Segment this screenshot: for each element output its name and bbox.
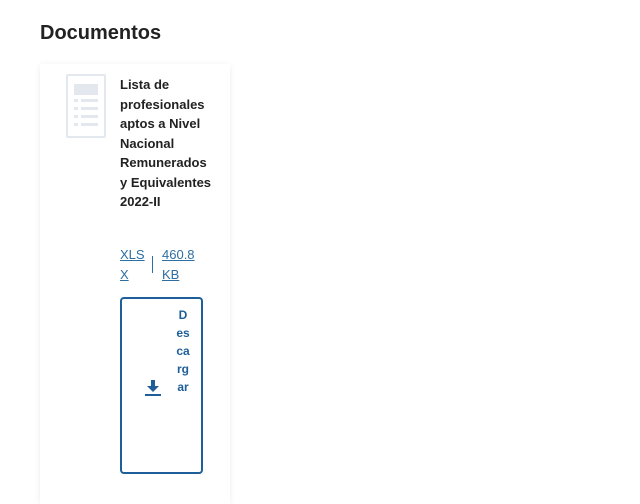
document-card: Lista de profesionales aptos a Nivel Nac…: [40, 64, 230, 504]
file-type-link[interactable]: XLSX: [120, 245, 146, 284]
download-label: Descargar: [176, 308, 190, 394]
download-icon: [145, 380, 161, 396]
meta-divider: [152, 256, 153, 273]
document-title: Lista de profesionales aptos a Nivel Nac…: [120, 77, 212, 209]
download-button[interactable]: Descargar: [120, 297, 203, 474]
section-title: Documentos: [40, 22, 162, 44]
document-lines-icon: [66, 74, 106, 138]
file-size-link[interactable]: 460.8 KB: [162, 245, 198, 284]
